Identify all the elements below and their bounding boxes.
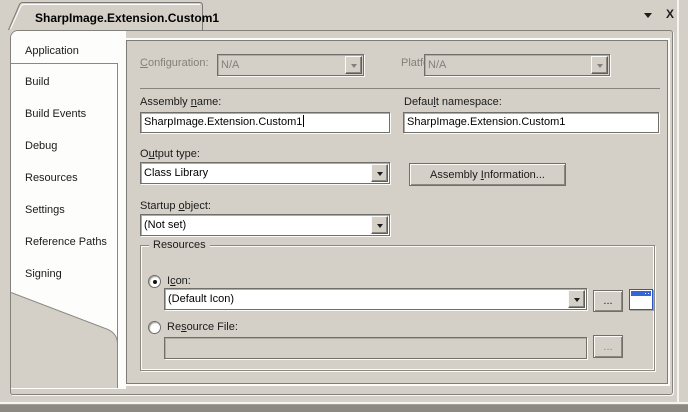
window-menu-button[interactable] <box>640 7 656 22</box>
configuration-dropdown-button <box>345 56 362 74</box>
output-type-combobox[interactable]: Class Library <box>140 162 390 184</box>
configuration-combobox: N/A <box>217 54 364 76</box>
default-icon-preview <box>629 289 653 310</box>
icon-radio-label: Icon: <box>167 275 191 287</box>
text-caret <box>303 115 304 127</box>
dropdown-arrow-icon <box>574 298 580 305</box>
startup-object-label: Startup object: <box>140 200 211 212</box>
document-tab[interactable]: SharpImage.Extension.Custom1 <box>8 2 203 30</box>
icon-radio-button[interactable] <box>148 275 161 288</box>
icon-combobox[interactable]: (Default Icon) <box>164 288 587 310</box>
resource-file-radio-label: Resource File: <box>167 321 238 333</box>
sidebar-tab-build-events[interactable]: Build Events <box>12 98 116 130</box>
window-right-edge <box>677 0 679 403</box>
default-namespace-label: Default namespace: <box>404 96 502 108</box>
default-namespace-input[interactable]: SharpImage.Extension.Custom1 <box>403 112 659 133</box>
resources-group-label: Resources <box>149 239 210 251</box>
window-menu-icon <box>644 13 652 22</box>
startup-object-dropdown-button[interactable] <box>371 216 388 234</box>
separator-line <box>140 88 660 89</box>
sidebar-tab-reference-paths[interactable]: Reference Paths <box>12 226 116 258</box>
browse-resource-file-button: ... <box>593 335 623 358</box>
sidebar-tab-signing[interactable]: Signing <box>12 258 116 290</box>
sidebar-tab-application[interactable]: Application <box>12 38 116 64</box>
sidebar-tab-settings[interactable]: Settings <box>12 194 116 226</box>
close-button[interactable]: X <box>662 6 678 21</box>
resources-groupbox: Resources Icon: (Default Icon) ... Resou… <box>140 245 655 371</box>
platform-combobox: N/A <box>424 54 610 76</box>
assembly-information-button[interactable]: Assembly Information... <box>409 163 566 186</box>
configuration-label: Configuration: <box>140 57 209 69</box>
dropdown-arrow-icon <box>597 64 603 71</box>
platform-dropdown-button <box>591 56 608 74</box>
assembly-name-input[interactable]: SharpImage.Extension.Custom1 <box>140 112 390 133</box>
dropdown-arrow-icon <box>351 64 357 71</box>
project-designer-window: SharpImage.Extension.Custom1 X Applicati… <box>0 0 688 411</box>
application-page-panel: Configuration: N/A Platform: N/A Assembl… <box>126 40 668 384</box>
output-type-dropdown-button[interactable] <box>371 164 388 182</box>
browse-icon-button[interactable]: ... <box>593 290 623 312</box>
startup-object-combobox[interactable]: (Not set) <box>140 214 390 236</box>
radio-selected-dot <box>153 280 157 284</box>
close-icon: X <box>666 7 674 21</box>
sidebar-tab-build[interactable]: Build <box>12 66 116 98</box>
resource-file-input <box>164 337 587 359</box>
sidebar-tab-debug[interactable]: Debug <box>12 130 116 162</box>
document-tab-title: SharpImage.Extension.Custom1 <box>35 11 219 25</box>
assembly-name-label: Assembly name: <box>140 96 221 108</box>
dropdown-arrow-icon <box>377 172 383 179</box>
resource-file-radio-button[interactable] <box>148 321 161 334</box>
icon-preview-titlebar <box>631 291 651 296</box>
sidebar-tab-resources[interactable]: Resources <box>12 162 116 194</box>
icon-dropdown-button[interactable] <box>568 290 585 308</box>
output-type-label: Output type: <box>140 148 200 160</box>
dropdown-arrow-icon <box>377 224 383 231</box>
